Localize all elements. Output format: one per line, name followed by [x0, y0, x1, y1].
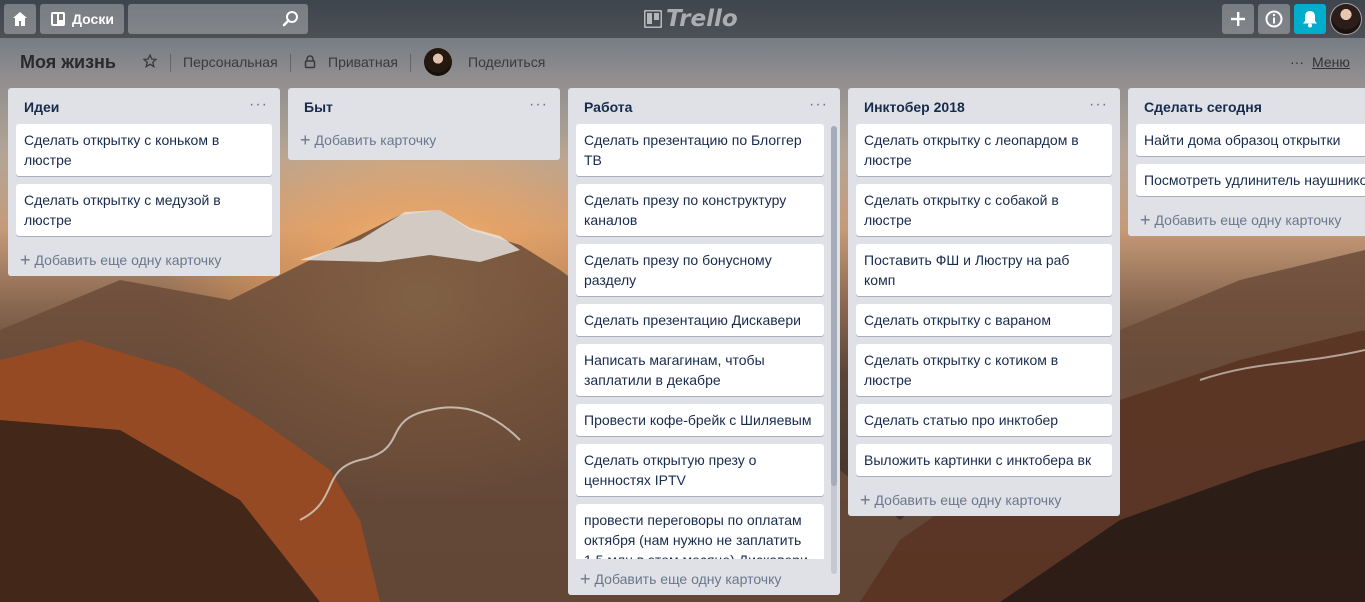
trello-logo-text: Trello — [666, 6, 738, 32]
add-card-label: Добавить еще одну карточку — [34, 252, 222, 268]
list-header: Быт ··· — [288, 88, 560, 124]
card[interactable]: Сделать презу по конструктуру каналов — [576, 184, 824, 236]
list-title[interactable]: Инктобер 2018 — [864, 99, 965, 115]
list-work: Работа ··· Сделать презентацию по Блогге… — [568, 88, 840, 595]
card[interactable]: Написать магагинам, чтобы заплатили в де… — [576, 344, 824, 396]
list-today: Сделать сегодня Найти дома образоц откры… — [1128, 88, 1365, 236]
boards-button[interactable]: Доски — [40, 4, 124, 34]
visibility-button[interactable]: Приватная — [304, 54, 398, 70]
home-button[interactable] — [4, 4, 36, 34]
card[interactable]: Сделать статью про инктобер — [856, 404, 1112, 436]
lock-icon — [304, 55, 316, 69]
card[interactable]: Сделать открытку с вараном — [856, 304, 1112, 336]
list-header: Сделать сегодня — [1128, 88, 1365, 124]
list-header: Идеи ··· — [8, 88, 280, 124]
boards-label: Доски — [72, 11, 114, 27]
board-header: Моя жизнь Персональная Приватная Поделит… — [0, 38, 1365, 86]
card[interactable]: Сделать открытку с леопардом в люстре — [856, 124, 1112, 176]
card[interactable]: Сделать открытку с медузой в люстре — [16, 184, 272, 236]
visibility-label: Приватная — [328, 54, 398, 70]
list-title[interactable]: Быт — [304, 99, 333, 115]
list-title[interactable]: Идеи — [24, 99, 59, 115]
menu-dots-icon: ··· — [1290, 54, 1304, 70]
plus-icon: + — [20, 250, 31, 270]
add-card-button[interactable]: + Добавить еще одну карточку — [1128, 204, 1365, 236]
plus-icon — [1231, 12, 1245, 26]
info-button[interactable] — [1258, 4, 1290, 34]
home-icon — [13, 12, 27, 26]
bell-icon — [1303, 11, 1317, 28]
board-title[interactable]: Моя жизнь — [20, 52, 116, 73]
card[interactable]: Посмотреть удлинитель наушников — [1136, 164, 1365, 196]
card[interactable]: Найти дома образоц открытки — [1136, 124, 1365, 156]
card[interactable]: Поставить ФШ и Люстру на раб комп — [856, 244, 1112, 296]
card[interactable]: Провести кофе-брейк с Шиляевым — [576, 404, 824, 436]
add-card-label: Добавить карточку — [314, 132, 437, 148]
separator — [410, 54, 411, 72]
list-inktober: Инктобер 2018 ··· Сделать открытку с лео… — [848, 88, 1120, 516]
card[interactable]: Сделать открытую презу о ценностях IPTV — [576, 444, 824, 496]
plus-icon: + — [1140, 210, 1151, 230]
list-header: Инктобер 2018 ··· — [848, 88, 1120, 124]
create-button[interactable] — [1222, 4, 1254, 34]
list-menu-icon[interactable]: ··· — [809, 96, 828, 114]
separator — [170, 54, 171, 72]
top-navigation-bar: Доски Trello — [0, 0, 1365, 38]
star-icon — [143, 54, 157, 68]
user-avatar[interactable] — [1330, 3, 1362, 35]
add-card-button[interactable]: + Добавить еще одну карточку — [848, 484, 1120, 516]
list-title[interactable]: Сделать сегодня — [1144, 99, 1262, 115]
team-label: Персональная — [183, 54, 278, 70]
add-card-label: Добавить еще одну карточку — [1154, 212, 1342, 228]
add-card-button[interactable]: + Добавить карточку — [288, 124, 560, 156]
add-card-label: Добавить еще одну карточку — [874, 492, 1062, 508]
share-label: Поделиться — [468, 54, 546, 70]
search-icon — [282, 11, 298, 27]
list-ideas: Идеи ··· Сделать открытку с коньком в лю… — [8, 88, 280, 276]
card[interactable]: Сделать презентацию по Блоггер ТВ — [576, 124, 824, 176]
plus-icon: + — [860, 490, 871, 510]
info-icon — [1265, 10, 1283, 28]
list-menu-icon[interactable]: ··· — [1089, 96, 1108, 114]
trello-logo[interactable]: Trello — [644, 6, 738, 32]
separator — [290, 54, 291, 72]
add-card-label: Добавить еще одну карточку — [594, 571, 782, 587]
card[interactable]: Выложить картинки с инктобера вк — [856, 444, 1112, 476]
list-menu-icon[interactable]: ··· — [249, 96, 268, 114]
trello-logo-icon — [644, 10, 662, 28]
scrollbar-thumb[interactable] — [831, 126, 837, 486]
member-avatar[interactable] — [424, 48, 452, 76]
boards-icon — [51, 12, 66, 26]
card[interactable]: Сделать открытку с котиком в люстре — [856, 344, 1112, 396]
card[interactable]: Сделать презентацию Дискавери — [576, 304, 824, 336]
search-input[interactable] — [128, 4, 308, 34]
list-scrollbar[interactable] — [831, 126, 837, 574]
list-household: Быт ··· + Добавить карточку — [288, 88, 560, 160]
plus-icon: + — [300, 130, 311, 150]
menu-label: Меню — [1312, 54, 1350, 70]
notifications-button[interactable] — [1294, 4, 1326, 34]
card[interactable]: Сделать открытку с коньком в люстре — [16, 124, 272, 176]
share-button[interactable]: Поделиться — [468, 54, 545, 70]
add-card-button[interactable]: + Добавить еще одну карточку — [568, 563, 793, 595]
card[interactable]: Сделать открытку с собакой в люстре — [856, 184, 1112, 236]
team-button[interactable]: Персональная — [183, 54, 278, 70]
card[interactable]: провести переговоры по оплатам октября (… — [576, 504, 824, 559]
add-card-button[interactable]: + Добавить еще одну карточку — [8, 244, 280, 276]
card[interactable]: Сделать презу по бонусному разделу — [576, 244, 824, 296]
show-menu-button[interactable]: ··· Меню — [1290, 54, 1350, 70]
star-button[interactable] — [143, 54, 157, 68]
list-menu-icon[interactable]: ··· — [529, 96, 548, 114]
list-header: Работа ··· — [568, 88, 840, 124]
list-title[interactable]: Работа — [584, 99, 632, 115]
plus-icon: + — [580, 569, 591, 589]
